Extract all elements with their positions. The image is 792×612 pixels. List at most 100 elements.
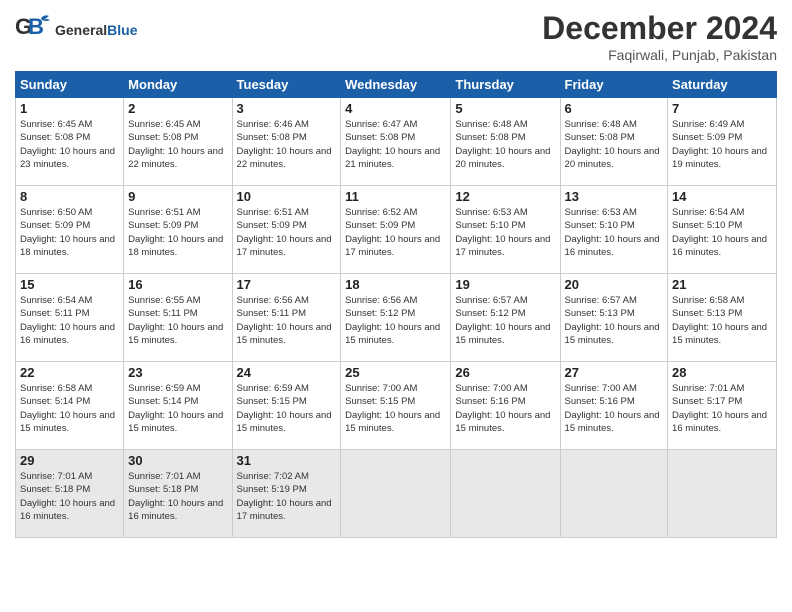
- calendar-cell: 5 Sunrise: 6:48 AMSunset: 5:08 PMDaylight…: [451, 98, 560, 186]
- day-number: 26: [455, 365, 555, 380]
- day-detail: Sunrise: 6:48 AMSunset: 5:08 PMDaylight:…: [565, 119, 660, 170]
- day-detail: Sunrise: 6:47 AMSunset: 5:08 PMDaylight:…: [345, 119, 440, 170]
- week-row-2: 8 Sunrise: 6:50 AMSunset: 5:09 PMDaylight…: [16, 186, 777, 274]
- day-detail: Sunrise: 6:45 AMSunset: 5:08 PMDaylight:…: [128, 119, 223, 170]
- weekday-header-monday: Monday: [124, 72, 232, 98]
- day-number: 14: [672, 189, 772, 204]
- calendar-cell: 25 Sunrise: 7:00 AMSunset: 5:15 PMDayligh…: [341, 362, 451, 450]
- day-number: 25: [345, 365, 446, 380]
- calendar-cell: [451, 450, 560, 538]
- calendar-cell: 12 Sunrise: 6:53 AMSunset: 5:10 PMDayligh…: [451, 186, 560, 274]
- day-number: 20: [565, 277, 664, 292]
- day-number: 8: [20, 189, 119, 204]
- logo-icon: G B: [15, 10, 51, 51]
- calendar-cell: 1 Sunrise: 6:45 AMSunset: 5:08 PMDaylight…: [16, 98, 124, 186]
- calendar-cell: 18 Sunrise: 6:56 AMSunset: 5:12 PMDayligh…: [341, 274, 451, 362]
- calendar-cell: 7Sunrise: 6:49 AMSunset: 5:09 PMDaylight…: [668, 98, 777, 186]
- calendar-cell: 8 Sunrise: 6:50 AMSunset: 5:09 PMDaylight…: [16, 186, 124, 274]
- calendar-cell: 26 Sunrise: 7:00 AMSunset: 5:16 PMDayligh…: [451, 362, 560, 450]
- day-detail: Sunrise: 6:56 AMSunset: 5:12 PMDaylight:…: [345, 295, 440, 346]
- location: Faqirwali, Punjab, Pakistan: [542, 47, 777, 63]
- calendar-cell: 30 Sunrise: 7:01 AMSunset: 5:18 PMDayligh…: [124, 450, 232, 538]
- day-detail: Sunrise: 7:00 AMSunset: 5:16 PMDaylight:…: [455, 383, 550, 434]
- day-number: 12: [455, 189, 555, 204]
- day-detail: Sunrise: 6:54 AMSunset: 5:10 PMDaylight:…: [672, 207, 767, 258]
- day-detail: Sunrise: 6:52 AMSunset: 5:09 PMDaylight:…: [345, 207, 440, 258]
- day-detail: Sunrise: 7:00 AMSunset: 5:15 PMDaylight:…: [345, 383, 440, 434]
- day-detail: Sunrise: 6:54 AMSunset: 5:11 PMDaylight:…: [20, 295, 115, 346]
- day-number: 29: [20, 453, 119, 468]
- day-detail: Sunrise: 6:59 AMSunset: 5:14 PMDaylight:…: [128, 383, 223, 434]
- calendar-cell: 11Sunrise: 6:52 AMSunset: 5:09 PMDayligh…: [341, 186, 451, 274]
- day-number: 4: [345, 101, 446, 116]
- calendar-cell: [341, 450, 451, 538]
- day-number: 5: [455, 101, 555, 116]
- calendar-cell: 29 Sunrise: 7:01 AMSunset: 5:18 PMDayligh…: [16, 450, 124, 538]
- weekday-header-wednesday: Wednesday: [341, 72, 451, 98]
- weekday-header-thursday: Thursday: [451, 72, 560, 98]
- day-detail: Sunrise: 6:58 AMSunset: 5:14 PMDaylight:…: [20, 383, 115, 434]
- day-number: 3: [237, 101, 337, 116]
- day-detail: Sunrise: 6:53 AMSunset: 5:10 PMDaylight:…: [565, 207, 660, 258]
- header: G B GeneralBlue December 2024 Faqirwali,…: [15, 10, 777, 63]
- day-number: 7: [672, 101, 772, 116]
- day-detail: Sunrise: 7:01 AMSunset: 5:18 PMDaylight:…: [20, 471, 115, 522]
- day-number: 21: [672, 277, 772, 292]
- calendar-cell: 15 Sunrise: 6:54 AMSunset: 5:11 PMDayligh…: [16, 274, 124, 362]
- day-number: 6: [565, 101, 664, 116]
- day-detail: Sunrise: 6:57 AMSunset: 5:13 PMDaylight:…: [565, 295, 660, 346]
- calendar-cell: 4 Sunrise: 6:47 AMSunset: 5:08 PMDaylight…: [341, 98, 451, 186]
- logo: G B GeneralBlue: [15, 10, 137, 51]
- day-number: 28: [672, 365, 772, 380]
- calendar-cell: 21 Sunrise: 6:58 AMSunset: 5:13 PMDayligh…: [668, 274, 777, 362]
- calendar-cell: 22 Sunrise: 6:58 AMSunset: 5:14 PMDayligh…: [16, 362, 124, 450]
- day-detail: Sunrise: 6:53 AMSunset: 5:10 PMDaylight:…: [455, 207, 550, 258]
- day-number: 22: [20, 365, 119, 380]
- week-row-4: 22 Sunrise: 6:58 AMSunset: 5:14 PMDayligh…: [16, 362, 777, 450]
- day-detail: Sunrise: 6:50 AMSunset: 5:09 PMDaylight:…: [20, 207, 115, 258]
- day-number: 27: [565, 365, 664, 380]
- calendar-cell: 23Sunrise: 6:59 AMSunset: 5:14 PMDayligh…: [124, 362, 232, 450]
- day-detail: Sunrise: 6:58 AMSunset: 5:13 PMDaylight:…: [672, 295, 767, 346]
- calendar-cell: 10 Sunrise: 6:51 AMSunset: 5:09 PMDayligh…: [232, 186, 341, 274]
- day-number: 18: [345, 277, 446, 292]
- day-detail: Sunrise: 7:00 AMSunset: 5:16 PMDaylight:…: [565, 383, 660, 434]
- day-detail: Sunrise: 6:55 AMSunset: 5:11 PMDaylight:…: [128, 295, 223, 346]
- calendar-cell: 17 Sunrise: 6:56 AMSunset: 5:11 PMDayligh…: [232, 274, 341, 362]
- calendar-cell: 16 Sunrise: 6:55 AMSunset: 5:11 PMDayligh…: [124, 274, 232, 362]
- day-number: 1: [20, 101, 119, 116]
- title-block: December 2024 Faqirwali, Punjab, Pakista…: [542, 10, 777, 63]
- week-row-3: 15 Sunrise: 6:54 AMSunset: 5:11 PMDayligh…: [16, 274, 777, 362]
- week-row-5: 29 Sunrise: 7:01 AMSunset: 5:18 PMDayligh…: [16, 450, 777, 538]
- calendar-cell: 31Sunrise: 7:02 AMSunset: 5:19 PMDayligh…: [232, 450, 341, 538]
- weekday-header-tuesday: Tuesday: [232, 72, 341, 98]
- day-detail: Sunrise: 6:48 AMSunset: 5:08 PMDaylight:…: [455, 119, 550, 170]
- day-number: 15: [20, 277, 119, 292]
- day-detail: Sunrise: 6:56 AMSunset: 5:11 PMDaylight:…: [237, 295, 332, 346]
- weekday-header-sunday: Sunday: [16, 72, 124, 98]
- calendar-cell: 28 Sunrise: 7:01 AMSunset: 5:17 PMDayligh…: [668, 362, 777, 450]
- calendar-cell: 13Sunrise: 6:53 AMSunset: 5:10 PMDayligh…: [560, 186, 668, 274]
- day-detail: Sunrise: 6:59 AMSunset: 5:15 PMDaylight:…: [237, 383, 332, 434]
- day-detail: Sunrise: 7:01 AMSunset: 5:17 PMDaylight:…: [672, 383, 767, 434]
- day-number: 31: [237, 453, 337, 468]
- weekday-header-row: SundayMondayTuesdayWednesdayThursdayFrid…: [16, 72, 777, 98]
- day-number: 30: [128, 453, 227, 468]
- day-detail: Sunrise: 6:46 AMSunset: 5:08 PMDaylight:…: [237, 119, 332, 170]
- day-detail: Sunrise: 6:51 AMSunset: 5:09 PMDaylight:…: [237, 207, 332, 258]
- day-detail: Sunrise: 6:57 AMSunset: 5:12 PMDaylight:…: [455, 295, 550, 346]
- day-number: 16: [128, 277, 227, 292]
- calendar-cell: 19 Sunrise: 6:57 AMSunset: 5:12 PMDayligh…: [451, 274, 560, 362]
- day-number: 17: [237, 277, 337, 292]
- main-container: G B GeneralBlue December 2024 Faqirwali,…: [0, 0, 792, 548]
- day-detail: Sunrise: 7:01 AMSunset: 5:18 PMDaylight:…: [128, 471, 223, 522]
- week-row-1: 1 Sunrise: 6:45 AMSunset: 5:08 PMDaylight…: [16, 98, 777, 186]
- day-number: 19: [455, 277, 555, 292]
- calendar-cell: [668, 450, 777, 538]
- day-number: 9: [128, 189, 227, 204]
- day-detail: Sunrise: 6:45 AMSunset: 5:08 PMDaylight:…: [20, 119, 115, 170]
- calendar-table: SundayMondayTuesdayWednesdayThursdayFrid…: [15, 71, 777, 538]
- day-number: 10: [237, 189, 337, 204]
- calendar-cell: 2 Sunrise: 6:45 AMSunset: 5:08 PMDaylight…: [124, 98, 232, 186]
- day-number: 2: [128, 101, 227, 116]
